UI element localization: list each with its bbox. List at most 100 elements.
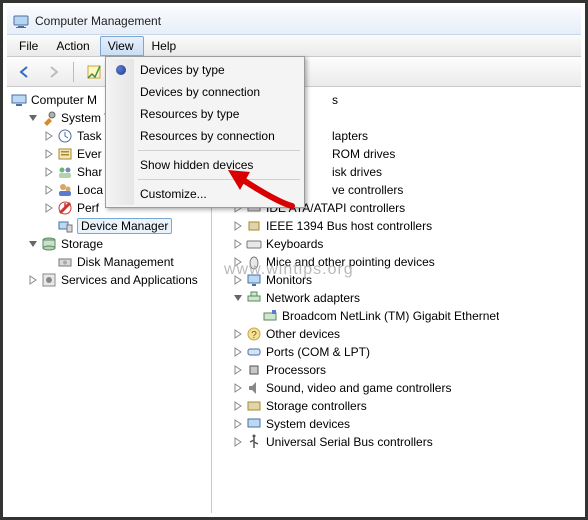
menu-devices-by-type[interactable]: Devices by type: [108, 59, 302, 81]
tree-other-devices[interactable]: ? Other devices: [212, 325, 581, 343]
expand-icon[interactable]: [232, 328, 244, 340]
expand-icon[interactable]: [232, 418, 244, 430]
tree-storage-controllers[interactable]: Storage controllers: [212, 397, 581, 415]
menu-devices-by-connection[interactable]: Devices by connection: [108, 81, 302, 103]
shared-icon: [57, 164, 73, 180]
menu-item-label: Resources by connection: [140, 129, 275, 143]
device-manager-icon: [57, 218, 73, 234]
expand-icon[interactable]: [232, 382, 244, 394]
app-icon: [13, 13, 29, 29]
tree-label: Storage: [61, 237, 103, 251]
properties-button[interactable]: [82, 60, 106, 84]
tree-system-devices[interactable]: System devices: [212, 415, 581, 433]
storage-icon: [41, 236, 57, 252]
tree-usb[interactable]: Universal Serial Bus controllers: [212, 433, 581, 451]
ports-icon: [246, 344, 262, 360]
tree-services-apps[interactable]: Services and Applications: [7, 271, 211, 289]
tree-label: lapters: [332, 129, 368, 143]
tree-storage[interactable]: Storage: [7, 235, 211, 253]
menu-resources-by-connection[interactable]: Resources by connection: [108, 125, 302, 147]
expand-icon[interactable]: [27, 238, 39, 250]
performance-icon: [57, 200, 73, 216]
tree-mice[interactable]: Mice and other pointing devices: [212, 253, 581, 271]
tree-monitors[interactable]: Monitors: [212, 271, 581, 289]
tree-label: Other devices: [266, 327, 340, 341]
expand-icon[interactable]: [232, 292, 244, 304]
tree-device-manager[interactable]: Device Manager: [7, 217, 211, 235]
expand-icon[interactable]: [43, 202, 55, 214]
expand-icon[interactable]: [232, 274, 244, 286]
disk-icon: [57, 254, 73, 270]
tree-label: Sound, video and game controllers: [266, 381, 451, 395]
tree-label: Perf: [77, 201, 99, 215]
tree-label: Services and Applications: [61, 273, 198, 287]
window-title: Computer Management: [35, 14, 161, 28]
menu-separator: [138, 150, 300, 151]
tools-icon: [41, 110, 57, 126]
tree-label: Task: [77, 129, 102, 143]
nav-forward-button[interactable]: [41, 60, 65, 84]
expand-icon[interactable]: [232, 400, 244, 412]
event-icon: [57, 146, 73, 162]
clock-icon: [57, 128, 73, 144]
menu-separator: [138, 179, 300, 180]
tree-label: Loca: [77, 183, 103, 197]
tree-label: Shar: [77, 165, 102, 179]
tree-label: Keyboards: [266, 237, 323, 251]
expand-icon[interactable]: [232, 256, 244, 268]
radio-bullet-icon: [116, 65, 126, 75]
expand-icon[interactable]: [43, 166, 55, 178]
menu-item-label: Show hidden devices: [140, 158, 253, 172]
nav-back-button[interactable]: [13, 60, 37, 84]
tree-network-adapters[interactable]: Network adapters: [212, 289, 581, 307]
cpu-icon: [246, 362, 262, 378]
tree-keyboards[interactable]: Keyboards: [212, 235, 581, 253]
menu-customize[interactable]: Customize...: [108, 183, 302, 205]
tree-label: Computer M: [31, 93, 97, 107]
tree-label: Broadcom NetLink (TM) Gigabit Ethernet: [282, 309, 499, 323]
menu-file[interactable]: File: [11, 36, 48, 56]
menu-view[interactable]: View: [100, 36, 144, 56]
expand-icon[interactable]: [43, 148, 55, 160]
tree-label: Universal Serial Bus controllers: [266, 435, 433, 449]
svg-text:?: ?: [251, 330, 257, 341]
expand-icon[interactable]: [43, 130, 55, 142]
tree-ports[interactable]: Ports (COM & LPT): [212, 343, 581, 361]
mouse-icon: [246, 254, 262, 270]
expand-icon[interactable]: [27, 112, 39, 124]
menu-resources-by-type[interactable]: Resources by type: [108, 103, 302, 125]
tree-label: IEEE 1394 Bus host controllers: [266, 219, 432, 233]
tree-broadcom-adapter[interactable]: Broadcom NetLink (TM) Gigabit Ethernet: [212, 307, 581, 325]
tree-ieee1394[interactable]: IEEE 1394 Bus host controllers: [212, 217, 581, 235]
expand-icon[interactable]: [232, 220, 244, 232]
tree-processors[interactable]: Processors: [212, 361, 581, 379]
users-icon: [57, 182, 73, 198]
menu-show-hidden-devices[interactable]: Show hidden devices: [108, 154, 302, 176]
tree-label: ve controllers: [332, 183, 403, 197]
keyboard-icon: [246, 236, 262, 252]
expand-icon[interactable]: [43, 184, 55, 196]
nic-icon: [262, 308, 278, 324]
window: Computer Management File Action View Hel…: [7, 7, 581, 513]
expand-icon[interactable]: [232, 238, 244, 250]
services-icon: [41, 272, 57, 288]
expand-icon[interactable]: [232, 346, 244, 358]
tree-label: System devices: [266, 417, 350, 431]
tree-label: s: [332, 93, 338, 107]
titlebar: Computer Management: [7, 7, 581, 35]
menu-item-label: Devices by type: [140, 63, 225, 77]
tree-disk-management[interactable]: Disk Management: [7, 253, 211, 271]
expand-icon[interactable]: [27, 274, 39, 286]
tree-label: Ports (COM & LPT): [266, 345, 370, 359]
sound-icon: [246, 380, 262, 396]
menu-help[interactable]: Help: [144, 36, 187, 56]
tree-sound[interactable]: Sound, video and game controllers: [212, 379, 581, 397]
menu-action[interactable]: Action: [48, 36, 99, 56]
tree-label: Mice and other pointing devices: [266, 255, 435, 269]
menubar: File Action View Help: [7, 35, 581, 57]
tree-label: Processors: [266, 363, 326, 377]
menu-item-label: Devices by connection: [140, 85, 260, 99]
expand-icon[interactable]: [232, 436, 244, 448]
view-dropdown-menu: Devices by type Devices by connection Re…: [105, 56, 305, 208]
expand-icon[interactable]: [232, 364, 244, 376]
